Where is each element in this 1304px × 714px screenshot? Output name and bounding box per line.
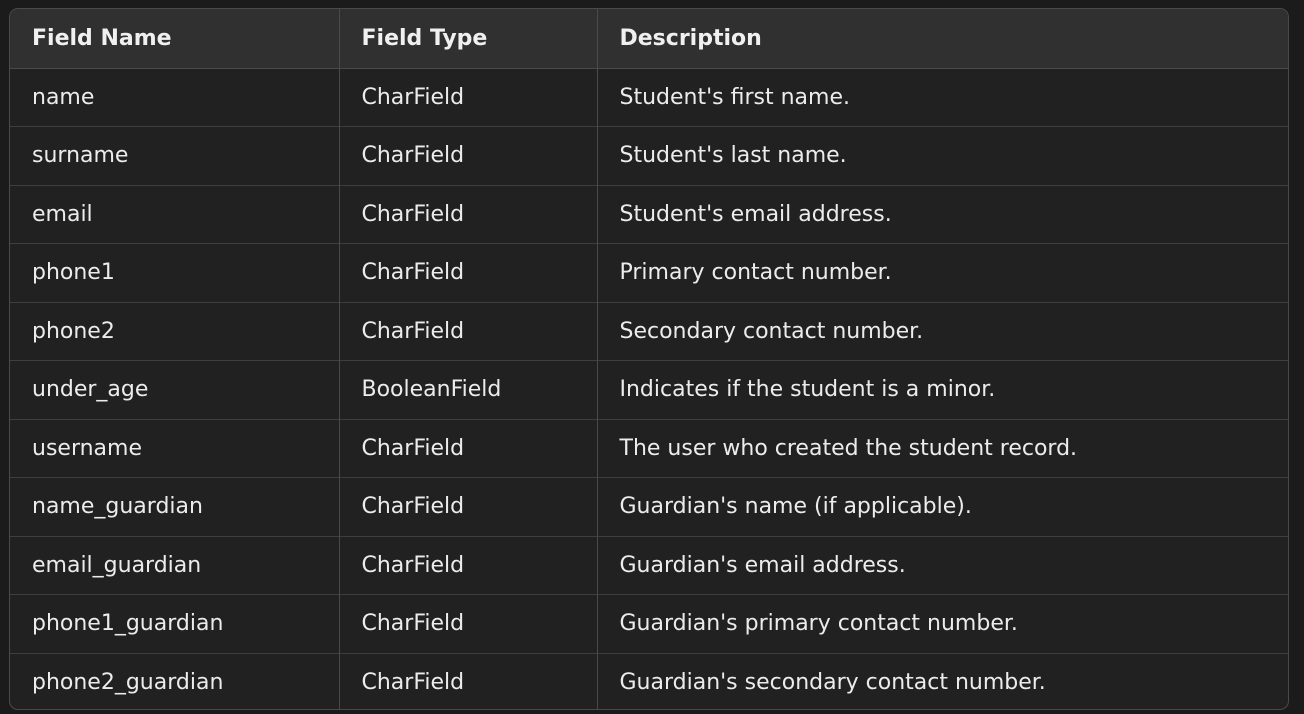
cell-field-type: CharField [338,126,597,185]
cell-field-type: CharField [338,594,597,653]
table-row: phone1 CharField Primary contact number. [10,243,1288,302]
cell-description: Guardian's secondary contact number. [596,652,1288,709]
cell-field-name: email_guardian [10,535,339,595]
cell-description: Secondary contact number. [596,301,1288,361]
cell-field-type: CharField [338,477,597,536]
cell-description: Primary contact number. [596,243,1288,302]
cell-field-type: BooleanField [338,360,597,419]
table-row: name CharField Student's first name. [10,68,1288,127]
cell-description: Indicates if the student is a minor. [596,360,1288,419]
fields-table: Field Name Field Type Description name C… [9,8,1289,710]
cell-field-type: CharField [338,184,597,244]
table-row: phone2_guardian CharField Guardian's sec… [10,652,1288,709]
header-row: Field Name Field Type Description [10,9,1288,69]
cell-description: Guardian's name (if applicable). [596,477,1288,536]
table-row: surname CharField Student's last name. [10,126,1288,185]
cell-field-name: phone2_guardian [10,652,339,709]
table-row: username CharField The user who created … [10,418,1288,478]
cell-description: The user who created the student record. [596,418,1288,478]
cell-field-name: email [10,184,339,244]
cell-description: Student's last name. [596,126,1288,185]
table-row: email CharField Student's email address. [10,184,1288,244]
cell-field-type: CharField [338,535,597,595]
cell-field-type: CharField [338,418,597,478]
column-header-field-type: Field Type [338,9,597,69]
cell-field-name: name_guardian [10,477,339,536]
column-header-description: Description [596,9,1288,69]
cell-field-name: phone2 [10,301,339,361]
table-row: email_guardian CharField Guardian's emai… [10,535,1288,595]
table-row: name_guardian CharField Guardian's name … [10,477,1288,536]
table-row: phone1_guardian CharField Guardian's pri… [10,594,1288,653]
cell-description: Guardian's email address. [596,535,1288,595]
cell-field-name: name [32,84,95,110]
cell-field-name: surname [10,126,339,185]
table-row: under_age BooleanField Indicates if the … [10,360,1288,419]
cell-field-name: phone1 [10,243,339,302]
table-body: name CharField Student's first name. sur… [10,68,1288,709]
fields-table-grid: Field Name Field Type Description name C… [10,9,1288,709]
cell-field-type: CharField [338,652,597,709]
cell-description: Student's first name. [596,68,1288,127]
column-header-field-name: Field Name [10,9,339,69]
table-header: Field Name Field Type Description [10,9,1288,69]
cell-field-name: under_age [10,360,339,419]
cell-description: Guardian's primary contact number. [596,594,1288,653]
table-row: phone2 CharField Secondary contact numbe… [10,301,1288,361]
cell-field-name: phone1_guardian [10,594,339,653]
cell-field-type: CharField [338,68,597,127]
cell-description: Student's email address. [596,184,1288,244]
cell-field-type: CharField [338,243,597,302]
cell-field-type: CharField [338,301,597,361]
cell-field-name: username [10,418,339,478]
